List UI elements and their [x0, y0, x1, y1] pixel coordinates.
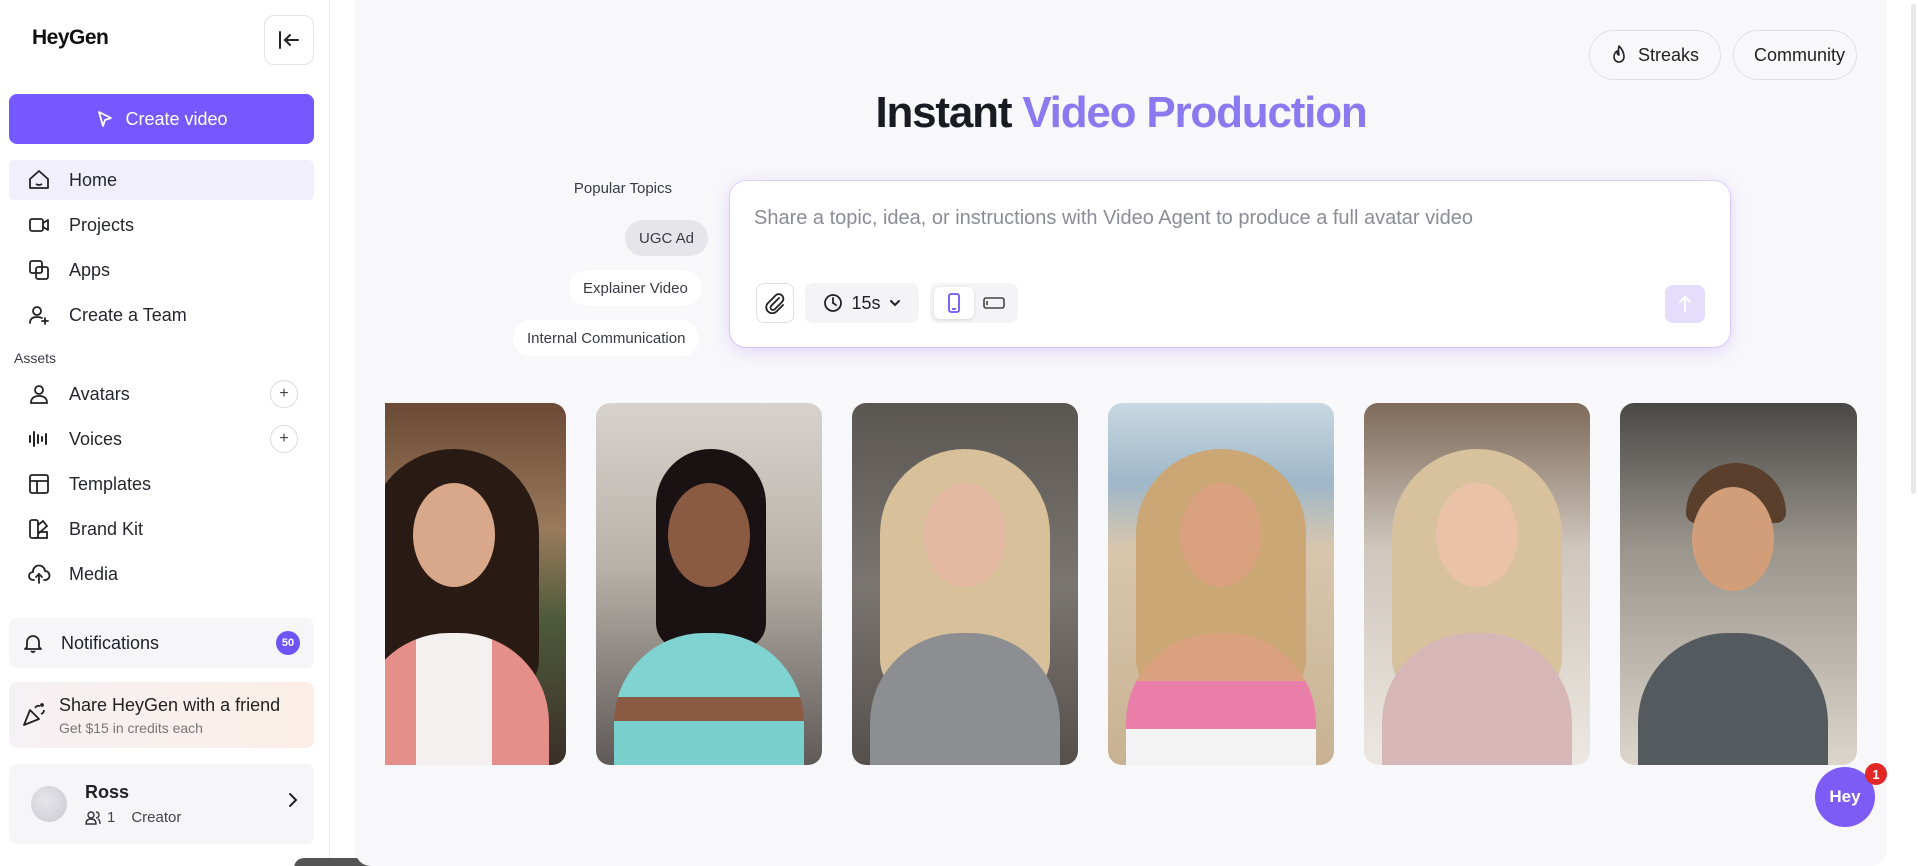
nav-voices[interactable]: Voices + [9, 419, 314, 459]
home-icon [27, 168, 51, 192]
topic-chip-explainer-video[interactable]: Explainer Video [569, 270, 702, 306]
waveform-icon [27, 427, 51, 451]
share-subtitle: Get $15 in credits each [59, 719, 203, 736]
popular-topics-label: Popular Topics [573, 180, 672, 197]
template-icon [27, 472, 51, 496]
nav-create-team[interactable]: Create a Team [9, 295, 314, 335]
chevron-right-icon [289, 793, 298, 807]
nav-apps-label: Apps [69, 259, 111, 280]
user-seat-count: 1 [107, 809, 116, 826]
paperclip-icon [765, 293, 785, 314]
avatar-card[interactable] [1108, 403, 1334, 765]
apps-icon [27, 258, 51, 282]
user-name: Ross [85, 782, 130, 802]
community-label: Community [1754, 44, 1846, 65]
page-scrollbar[interactable] [1908, 0, 1918, 866]
duration-select[interactable]: 15s [805, 283, 919, 323]
phone-landscape-icon [983, 297, 1005, 309]
sidebar: HeyGen Create video Home Projects Apps C… [0, 0, 330, 866]
notifications-button[interactable]: Notifications 50 [9, 618, 314, 668]
streaks-label: Streaks [1638, 44, 1700, 65]
attach-button[interactable] [756, 283, 794, 323]
topic-chip-internal-communication[interactable]: Internal Communication [513, 320, 700, 356]
person-icon [27, 382, 51, 406]
nav-brand-kit-label: Brand Kit [69, 518, 144, 539]
portrait-orientation-button[interactable] [934, 287, 974, 319]
collapse-sidebar-button[interactable] [264, 15, 314, 65]
nav-avatars-label: Avatars [69, 383, 130, 404]
avatar-card[interactable] [596, 403, 822, 765]
title-accent: Video Production [1022, 88, 1367, 137]
nav-create-team-label: Create a Team [69, 304, 187, 325]
nav-avatars[interactable]: Avatars + [9, 374, 314, 414]
avatar-card[interactable] [1620, 403, 1857, 765]
page-title: Instant Video Production [355, 88, 1887, 138]
collapse-left-icon [279, 31, 299, 49]
streaks-button[interactable]: Streaks [1589, 30, 1721, 80]
phone-portrait-icon [948, 293, 960, 313]
assistant-unread-badge: 1 [1865, 763, 1887, 785]
bell-icon [24, 635, 42, 653]
orientation-toggle [930, 283, 1018, 323]
prompt-input[interactable] [754, 207, 1654, 230]
avatar-gallery [385, 403, 1857, 765]
nav-apps[interactable]: Apps [9, 250, 314, 290]
create-video-button[interactable]: Create video [9, 94, 314, 144]
nav-media[interactable]: Media [9, 554, 314, 594]
nav-brand-kit[interactable]: Brand Kit [9, 509, 314, 549]
share-referral-card[interactable]: Share HeyGen with a friend Get $15 in cr… [9, 682, 314, 748]
heygen-logo[interactable]: HeyGen [32, 26, 109, 50]
landscape-orientation-button[interactable] [974, 287, 1014, 319]
community-button[interactable]: Community [1733, 30, 1857, 80]
user-account-card[interactable]: Ross 1 Creator [9, 764, 314, 844]
cloud-upload-icon [27, 562, 51, 586]
nav-media-label: Media [69, 563, 119, 584]
chevron-down-icon [889, 300, 900, 307]
add-voice-button[interactable]: + [270, 425, 298, 453]
send-button[interactable] [1665, 285, 1705, 323]
duration-value: 15s [851, 292, 881, 313]
nav-home-label: Home [69, 169, 118, 190]
avatar-card[interactable] [385, 403, 566, 765]
notifications-label: Notifications [61, 632, 160, 653]
nav-home[interactable]: Home [9, 160, 314, 200]
add-avatar-button[interactable]: + [270, 380, 298, 408]
share-title: Share HeyGen with a friend [59, 694, 281, 715]
nav-templates-label: Templates [69, 473, 152, 494]
notifications-count-badge: 50 [276, 631, 300, 655]
nav-projects-label: Projects [69, 214, 135, 235]
user-avatar [31, 786, 67, 822]
team-members-icon [85, 810, 101, 825]
arrow-up-icon [1679, 295, 1691, 312]
nav-voices-label: Voices [69, 428, 123, 449]
flame-icon [1613, 45, 1625, 63]
nav-templates[interactable]: Templates [9, 464, 314, 504]
assets-section-label: Assets [14, 350, 57, 366]
avatar-card[interactable] [852, 403, 1078, 765]
topic-chip-ugc-ad[interactable]: UGC Ad [625, 220, 709, 256]
main-content: Streaks Community Instant Video Producti… [355, 0, 1887, 866]
create-video-label: Create video [125, 108, 228, 129]
add-user-icon [27, 303, 51, 327]
user-plan: Creator [131, 809, 182, 826]
palette-icon [27, 517, 51, 541]
prompt-composer: 15s [730, 181, 1730, 347]
cursor-icon [98, 111, 113, 127]
scrollbar-thumb[interactable] [1911, 4, 1916, 494]
title-plain: Instant [875, 88, 1023, 137]
video-camera-icon [27, 213, 51, 237]
avatar-card[interactable] [1364, 403, 1590, 765]
party-popper-icon [23, 703, 45, 726]
nav-projects[interactable]: Projects [9, 205, 314, 245]
clock-icon [824, 294, 843, 312]
